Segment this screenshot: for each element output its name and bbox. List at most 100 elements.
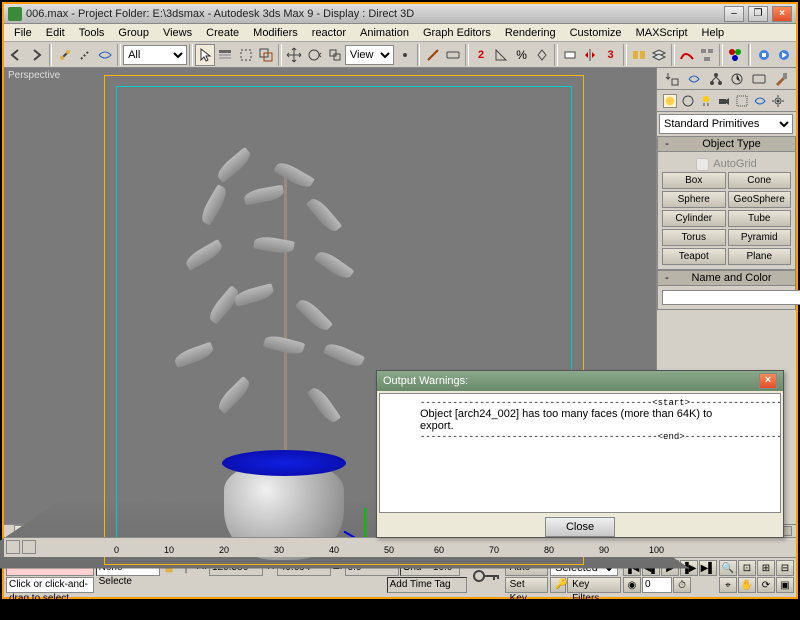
primitive-cone[interactable]: Cone [728,172,792,189]
tab-create[interactable] [664,71,680,87]
primitive-plane[interactable]: Plane [728,248,792,265]
unlink-button[interactable] [75,44,95,66]
primitive-teapot[interactable]: Teapot [662,248,726,265]
object-name-input[interactable] [662,290,800,305]
menu-group[interactable]: Group [112,25,155,41]
name-color-rollout-header[interactable]: -Name and Color [657,270,796,286]
sub-systems[interactable] [771,94,785,108]
tab-hierarchy[interactable] [708,71,724,87]
select-region-button[interactable] [236,44,256,66]
separator [623,44,627,66]
menu-animation[interactable]: Animation [354,25,415,41]
zoom-all-button[interactable]: ⊡ [738,560,756,576]
max-toggle-button[interactable]: ▣ [776,577,794,593]
bind-spacewarp-button[interactable] [95,44,115,66]
menu-grapheditors[interactable]: Graph Editors [417,25,497,41]
menu-rendering[interactable]: Rendering [499,25,562,41]
fov-button[interactable]: ⌖ [719,577,737,593]
select-button[interactable] [195,44,215,66]
menu-maxscript[interactable]: MAXScript [630,25,694,41]
trackbar-toggle-1[interactable] [6,540,20,554]
sub-spacewarps[interactable] [753,94,767,108]
primitive-sphere[interactable]: Sphere [662,191,726,208]
category-dropdown[interactable]: Standard Primitives [659,114,793,134]
manipulate-button[interactable] [422,44,442,66]
scale-button[interactable] [325,44,345,66]
sub-cameras[interactable] [717,94,731,108]
primitive-box[interactable]: Box [662,172,726,189]
pivot-center-button[interactable] [394,44,414,66]
dialog-close-ok-button[interactable]: Close [545,517,615,537]
menu-reactor[interactable]: reactor [306,25,352,41]
key-mode-icon[interactable]: 🔑 [550,577,566,593]
menu-customize[interactable]: Customize [564,25,628,41]
layers-button[interactable] [649,44,669,66]
goto-end-button[interactable]: ▶▌ [699,560,717,576]
curve-editor-button[interactable] [677,44,697,66]
primitive-cylinder[interactable]: Cylinder [662,210,726,227]
primitive-geosphere[interactable]: GeoSphere [728,191,792,208]
selection-filter[interactable]: All [123,45,187,65]
dialog-end-delim: ----------------------------------------… [420,432,740,442]
ref-coord-system[interactable]: View [345,45,395,65]
name-color-rollout [657,286,796,310]
menu-help[interactable]: Help [696,25,731,41]
menu-create[interactable]: Create [200,25,245,41]
current-frame-spinner[interactable]: 0 [642,577,672,593]
primitive-torus[interactable]: Torus [662,229,726,246]
primitive-tube[interactable]: Tube [728,210,792,227]
schematic-view-button[interactable] [697,44,717,66]
tab-utilities[interactable] [773,71,789,87]
close-button[interactable]: × [772,6,792,22]
tab-display[interactable] [751,71,767,87]
render-scene-button[interactable] [753,44,773,66]
percent-snap-button[interactable]: % [511,44,531,66]
sub-helpers[interactable] [735,94,749,108]
quick-render-button[interactable] [774,44,794,66]
zoom-extents-button[interactable]: ⊞ [757,560,775,576]
orbit-button[interactable]: ⟳ [757,577,775,593]
dialog-close-button[interactable]: × [759,373,777,389]
restore-button[interactable]: ❐ [748,6,768,22]
undo-button[interactable] [6,44,26,66]
dialog-titlebar[interactable]: Output Warnings: × [377,371,783,391]
menu-views[interactable]: Views [157,25,198,41]
tab-modify[interactable] [686,71,702,87]
key-step-button[interactable]: ◉ [623,577,641,593]
select-by-name-button[interactable] [215,44,235,66]
keyboard-shortcut-override[interactable] [443,44,463,66]
angle-snap-button[interactable] [491,44,511,66]
redo-button[interactable] [26,44,46,66]
object-type-rollout-header[interactable]: -Object Type [657,136,796,152]
primitive-pyramid[interactable]: Pyramid [728,229,792,246]
rotate-button[interactable] [304,44,324,66]
window-crossing-button[interactable] [256,44,276,66]
snap-2d-button[interactable]: 2 [471,44,491,66]
setkey-button[interactable]: Set Key [505,577,548,593]
time-ruler[interactable]: 0 10 20 30 40 50 60 70 80 90 100 [4,537,796,557]
mirror-button[interactable] [580,44,600,66]
named-selection-button[interactable] [560,44,580,66]
material-editor-button[interactable] [725,44,745,66]
tab-motion[interactable] [729,71,745,87]
zoom-button[interactable]: 🔍 [719,560,737,576]
minimize-button[interactable]: – [724,6,744,22]
move-button[interactable] [284,44,304,66]
add-time-tag[interactable]: Add Time Tag [387,577,467,593]
menu-modifiers[interactable]: Modifiers [247,25,304,41]
sub-shapes[interactable] [681,94,695,108]
menu-tools[interactable]: Tools [73,25,111,41]
menu-file[interactable]: File [8,25,38,41]
pan-button[interactable]: ✋ [738,577,756,593]
trackbar-toggle-2[interactable] [22,540,36,554]
snap-3d-button[interactable]: 3 [600,44,620,66]
link-button[interactable] [54,44,74,66]
time-config-button[interactable]: ⏱ [673,577,691,593]
key-filters-button[interactable]: Key Filters... [567,577,621,593]
sub-geometry[interactable] [663,94,677,108]
sub-lights[interactable] [699,94,713,108]
menu-edit[interactable]: Edit [40,25,71,41]
zoom-extents-all-button[interactable]: ⊟ [776,560,794,576]
spinner-snap-button[interactable] [532,44,552,66]
align-button[interactable] [629,44,649,66]
